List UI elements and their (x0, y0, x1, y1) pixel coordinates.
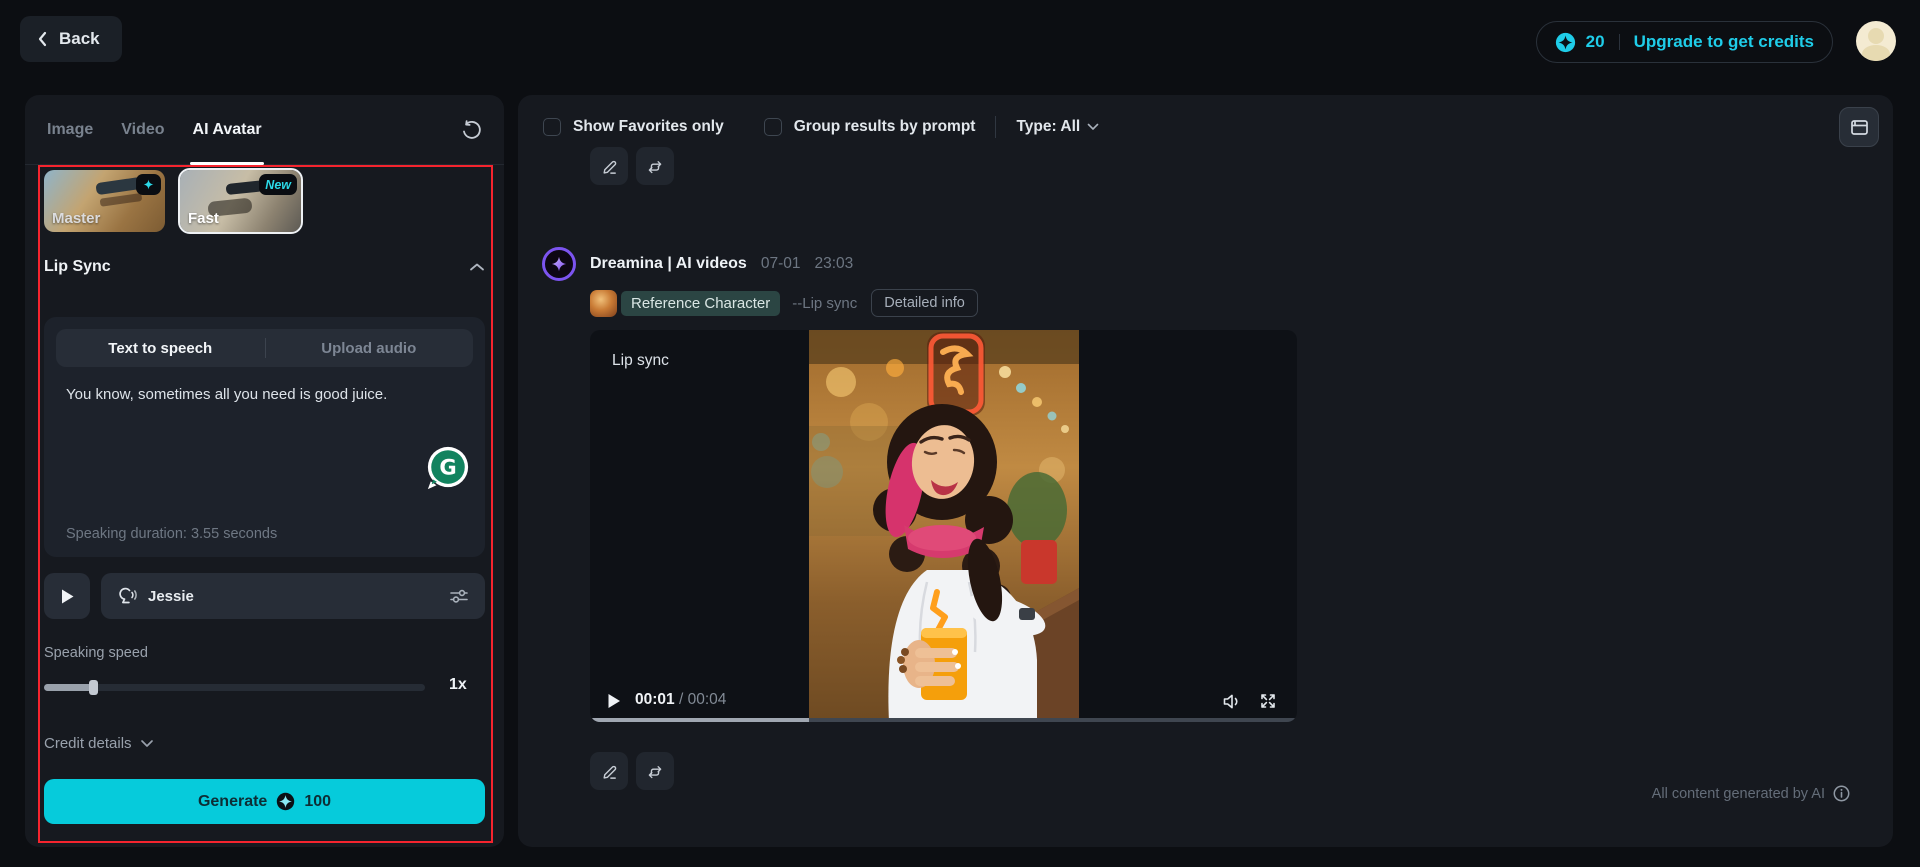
generation-sidebar: Image Video AI Avatar Master New Fast Li… (25, 95, 504, 847)
chevron-left-icon (36, 31, 50, 47)
reference-character-thumbnail[interactable] (590, 289, 617, 317)
tab-video[interactable]: Video (121, 95, 164, 164)
user-avatar[interactable] (1856, 21, 1896, 61)
regenerate-icon[interactable] (636, 147, 674, 185)
result-prompt-row: Reference Character --Lip sync Detailed … (590, 289, 978, 317)
voice-selector[interactable]: Jessie (101, 573, 485, 619)
asset-folder-button[interactable] (1839, 107, 1879, 147)
result-header: Dreamina | AI videos 07-01 23:03 (590, 255, 853, 273)
chevron-down-icon (1087, 123, 1099, 131)
credit-coin-icon (1555, 32, 1576, 53)
total-time: 00:04 (687, 691, 727, 708)
favorites-checkbox[interactable] (543, 118, 561, 136)
lip-sync-section-header[interactable]: Lip Sync (44, 258, 485, 276)
result-actions (590, 752, 674, 790)
credits-pill[interactable]: 20 Upgrade to get credits (1535, 21, 1833, 63)
tab-ai-avatar[interactable]: AI Avatar (190, 95, 265, 165)
sidebar-header: Image Video AI Avatar (25, 95, 504, 165)
audio-mode-switcher: Text to speech Upload audio (56, 329, 473, 367)
credit-details-toggle[interactable]: Credit details (44, 735, 154, 752)
credit-details-label: Credit details (44, 735, 132, 752)
edit-pencil-icon[interactable] (590, 147, 628, 185)
detailed-info-button[interactable]: Detailed info (871, 289, 978, 317)
model-card-label: Master (52, 210, 101, 227)
filter-row: Show Favorites only Group results by pro… (543, 111, 1099, 143)
back-label: Back (59, 29, 100, 48)
upgrade-link[interactable]: Upgrade to get credits (1634, 32, 1814, 52)
model-card-master[interactable]: Master (44, 170, 165, 232)
model-card-fast[interactable]: New Fast (178, 168, 303, 234)
info-circle-icon[interactable] (1833, 785, 1850, 802)
segment-divider (264, 338, 266, 358)
sparkle-icon (142, 178, 155, 191)
master-badge (136, 174, 161, 195)
video-progress-bar[interactable] (590, 718, 1297, 722)
fast-badge: New (259, 174, 297, 195)
slider-handle[interactable] (89, 680, 98, 695)
player-time: 00:01 / 00:04 (635, 691, 726, 709)
avatar-head-silhouette (1868, 28, 1884, 44)
video-player[interactable]: Lip sync 00:01 / 00:04 (590, 330, 1297, 722)
mode-text-to-speech[interactable]: Text to speech (56, 329, 265, 367)
tab-image[interactable]: Image (47, 95, 93, 164)
sidebar-tabs: Image Video AI Avatar (47, 95, 265, 165)
grammarly-g-icon[interactable]: G (425, 445, 471, 491)
disclaimer-text: All content generated by AI (1651, 785, 1825, 802)
group-results-label: Group results by prompt (793, 118, 976, 135)
filter-divider (995, 116, 997, 138)
speaking-speed-slider[interactable] (44, 680, 425, 695)
generate-cost: 100 (304, 792, 332, 810)
result-date: 07-01 (760, 255, 801, 272)
speaking-speed-value: 1x (449, 676, 467, 693)
group-results-checkbox[interactable] (763, 118, 782, 136)
new-badge-label: New (265, 177, 291, 192)
refresh-icon[interactable] (460, 119, 482, 141)
time-separator: / (678, 691, 684, 708)
generate-coin-icon (276, 792, 295, 811)
slider-fill (44, 684, 92, 691)
edit-pencil-icon[interactable] (590, 752, 628, 790)
speaking-head-icon (117, 586, 138, 606)
voice-preview-play-button[interactable] (44, 573, 90, 619)
ai-content-disclaimer: All content generated by AI (1652, 785, 1850, 802)
active-tab-underline (190, 162, 265, 165)
previous-result-actions (590, 147, 674, 185)
generated-video-frame (808, 330, 1079, 722)
model-cards: Master New Fast (44, 168, 303, 234)
pill-divider (1618, 34, 1620, 50)
model-card-label: Fast (188, 210, 219, 227)
type-filter-label: Type: All (1016, 118, 1081, 135)
speaking-speed-label: Speaking speed (44, 645, 148, 661)
back-button[interactable]: Back (20, 16, 122, 62)
result-app-name: Dreamina | AI videos (590, 255, 747, 272)
favorites-label: Show Favorites only (573, 118, 724, 135)
speech-script-input[interactable]: You know, sometimes all you need is good… (66, 384, 463, 406)
generate-button[interactable]: Generate 100 (44, 779, 485, 824)
expand-icon[interactable] (1259, 692, 1277, 710)
dreamina-logo (542, 247, 576, 281)
result-time: 23:03 (814, 255, 854, 272)
video-type-label: Lip sync (612, 352, 669, 369)
video-progress-fill (590, 718, 810, 722)
regenerate-icon[interactable] (636, 752, 674, 790)
type-filter-dropdown[interactable]: Type: All (1016, 118, 1099, 136)
generate-label: Generate (197, 792, 268, 810)
prompt-suffix: --Lip sync (792, 294, 858, 312)
mode-upload-audio[interactable]: Upload audio (265, 329, 474, 367)
text-to-speech-card: Text to speech Upload audio You know, so… (44, 317, 485, 557)
player-play-icon[interactable] (607, 693, 621, 709)
avatar-shoulders-silhouette (1862, 45, 1890, 61)
svg-text:G: G (439, 455, 456, 480)
sliders-icon[interactable] (449, 587, 469, 605)
speaker-icon[interactable] (1222, 693, 1241, 710)
chevron-up-icon[interactable] (469, 262, 485, 272)
chevron-down-icon (140, 739, 154, 748)
voice-name: Jessie (148, 587, 194, 605)
current-time: 00:01 (635, 691, 675, 708)
lip-sync-title: Lip Sync (44, 258, 111, 275)
reference-character-tag[interactable]: Reference Character (621, 290, 781, 316)
results-panel: Show Favorites only Group results by pro… (518, 95, 1893, 847)
credits-count: 20 (1585, 32, 1605, 51)
speaking-duration-text: Speaking duration: 3.55 seconds (66, 526, 278, 542)
